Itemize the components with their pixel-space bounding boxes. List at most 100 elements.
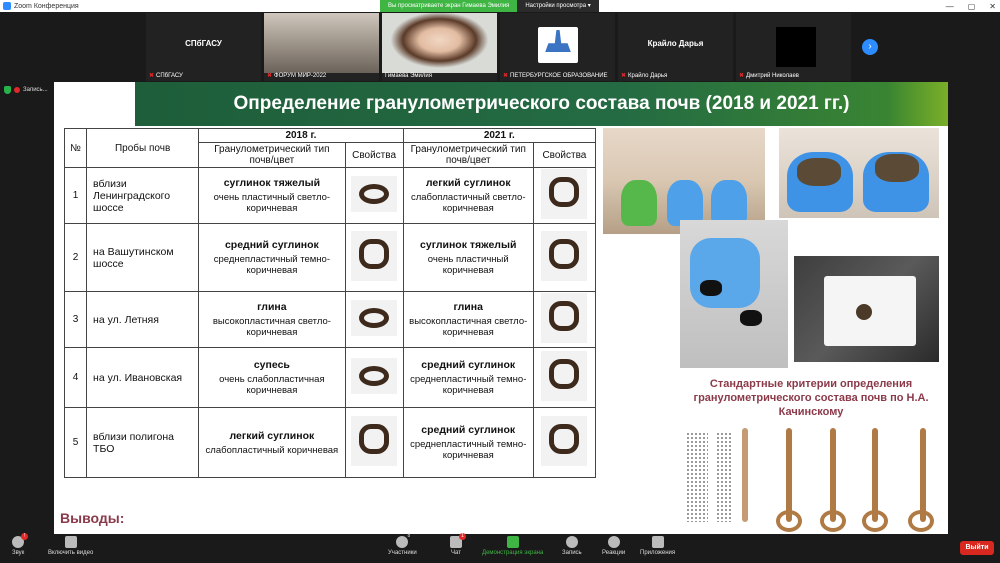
video-button[interactable]: Включить видео <box>48 536 93 556</box>
participants-icon: 8 <box>396 533 410 548</box>
col-props-2018: Свойства <box>344 142 404 168</box>
row-number: 3 <box>63 291 88 348</box>
props-2021 <box>532 407 597 478</box>
sample-name: вблизи полигона ТБО <box>86 407 200 478</box>
participant-label: ✖ Дмитрий Николаев <box>739 72 799 80</box>
participant-tile[interactable]: ✖ Дмитрий Николаев <box>736 13 851 81</box>
participant-tile[interactable]: СПбГАСУ ✖ СПбГАСУ <box>146 13 261 81</box>
criteria-sand <box>686 432 708 522</box>
kachinsky-criteria-diagram <box>682 422 942 532</box>
conclusions-heading: Выводы: <box>60 510 125 526</box>
share-banner-text: Вы просматриваете экран Гимаева Эмилия <box>380 0 518 12</box>
table-row: 4 на ул. Ивановская супесь очень слабопла… <box>63 347 597 408</box>
row-number: 2 <box>63 223 88 292</box>
maximize-button[interactable]: ▢ <box>968 2 976 11</box>
muted-mic-icon: ✖ <box>621 73 627 79</box>
criteria-broken-ring <box>776 510 802 532</box>
col-number: № <box>63 128 88 168</box>
year-2021-header: 2021 г. <box>402 128 597 143</box>
col-type-2021: Гранулометрический тип почв/цвет <box>402 142 534 168</box>
type-2018: супесь очень слабопластичная коричневая <box>198 347 346 408</box>
participant-tile[interactable]: Гимаева Эмилия <box>382 13 497 81</box>
type-2018: глина высокопластичная светло-коричневая <box>198 291 346 348</box>
participant-tile[interactable]: Крайло Дарья ✖ Крайло Дарья <box>618 13 733 81</box>
participant-name: СПбГАСУ <box>185 39 222 48</box>
criteria-cord-light <box>786 428 792 522</box>
row-number: 4 <box>63 347 88 408</box>
soil-sample-photo <box>351 416 398 466</box>
col-props-2021: Свойства <box>532 142 597 168</box>
criteria-title: Стандартные критерии определения грануло… <box>693 378 929 418</box>
criteria-ring-medium <box>820 510 846 532</box>
participant-label: ✖ ФОРУМ МИР-2022 <box>267 72 327 80</box>
microphone-icon: ! <box>12 533 29 548</box>
participant-name: Крайло Дарья <box>647 39 704 48</box>
reactions-button[interactable]: Реакции <box>602 536 625 556</box>
participants-button[interactable]: 8 Участники <box>388 533 417 556</box>
window-controls: — ▢ ✕ <box>946 0 996 12</box>
chat-button[interactable]: 1 Чат <box>450 533 466 556</box>
participant-tile[interactable]: ✖ ФОРУМ МИР-2022 <box>264 13 379 81</box>
props-2018 <box>344 407 404 478</box>
criteria-broken-cord <box>742 428 748 522</box>
smiley-icon <box>607 536 620 548</box>
view-options-button[interactable]: Настройки просмотра ▾ <box>517 0 599 12</box>
criteria-ring-heavy <box>862 510 888 532</box>
table-row: 5 вблизи полигона ТБО легкий суглинок сла… <box>63 407 597 478</box>
row-number: 1 <box>63 167 88 224</box>
close-button[interactable]: ✕ <box>989 2 996 11</box>
sample-name: на Вашутинском шоссе <box>86 223 200 292</box>
next-page-button[interactable]: › <box>862 39 878 55</box>
apps-button[interactable]: Приложения <box>640 536 675 556</box>
participant-label: ✖ ПЕТЕРБУРГСКОЕ ОБРАЗОВАНИЕ <box>503 72 608 80</box>
window-title: Zoom Конференция <box>14 2 79 10</box>
slide-title-bar: Определение гранулометрического состава … <box>135 82 948 126</box>
table-row: 1 вблизи Ленинградского шоссе суглинок т… <box>63 167 597 224</box>
recording-indicator[interactable]: Запись... <box>4 86 48 94</box>
soil-sample-photo <box>351 358 398 394</box>
type-2021: средний суглинок среднепластичный темно-к… <box>402 347 534 408</box>
video-camera-icon <box>64 536 77 548</box>
year-2018-header: 2018 г. <box>198 128 404 143</box>
type-2018: суглинок тяжелый очень пластичный светло-… <box>198 167 346 224</box>
table-row: 3 на ул. Летняя глина высокопластичная св… <box>63 291 597 348</box>
muted-mic-icon: ✖ <box>267 73 273 79</box>
participant-video <box>776 27 816 67</box>
leave-button[interactable]: Выйти <box>960 541 994 555</box>
chat-icon: 1 <box>450 533 466 548</box>
criteria-cord-medium <box>830 428 836 522</box>
security-shield-icon <box>4 86 11 94</box>
petersburg-education-logo <box>538 27 578 63</box>
record-button[interactable]: Запись <box>562 536 582 556</box>
props-2021 <box>532 291 597 348</box>
props-2018 <box>344 347 404 408</box>
type-2021: легкий суглинок слабопластичный светло-ко… <box>402 167 534 224</box>
recording-label: Запись... <box>23 87 48 93</box>
participant-label: ✖ Крайло Дарья <box>621 72 668 80</box>
type-2021: суглинок тяжелый очень пластичный коричне… <box>402 223 534 292</box>
weighing-soil-photo <box>680 220 788 368</box>
ship-logo-icon <box>545 30 571 52</box>
type-2021: глина высокопластичная светло-коричневая <box>402 291 534 348</box>
criteria-sandy-loam <box>716 432 732 522</box>
soil-table: № Пробы почв 2018 г. 2021 г. Гранулометр… <box>63 128 597 478</box>
props-2021 <box>532 167 597 224</box>
muted-mic-icon: ✖ <box>149 73 155 79</box>
minimize-button[interactable]: — <box>946 2 954 11</box>
record-icon <box>565 536 578 548</box>
participant-tile[interactable]: ✖ ПЕТЕРБУРГСКОЕ ОБРАЗОВАНИЕ <box>500 13 615 81</box>
type-2018: легкий суглинок слабопластичный коричнева… <box>198 407 346 478</box>
type-2021: средний суглинок среднепластичный темно-к… <box>402 407 534 478</box>
criteria-cord-clay <box>920 428 926 522</box>
sample-name: вблизи Ленинградского шоссе <box>86 167 200 224</box>
audio-button[interactable]: ! Звук <box>12 533 29 556</box>
participant-label: Гимаева Эмилия <box>385 73 433 79</box>
criteria-cord-heavy <box>872 428 878 522</box>
props-2018 <box>344 223 404 292</box>
meeting-toolbar: ! Звук Включить видео 8 Участники 1 Чат … <box>0 533 1000 563</box>
apps-icon <box>651 536 664 548</box>
props-2021 <box>532 347 597 408</box>
muted-mic-icon: ✖ <box>739 73 745 79</box>
soil-bags-closeup-photo <box>779 128 939 218</box>
share-screen-button[interactable]: Демонстрация экрана <box>482 536 543 556</box>
